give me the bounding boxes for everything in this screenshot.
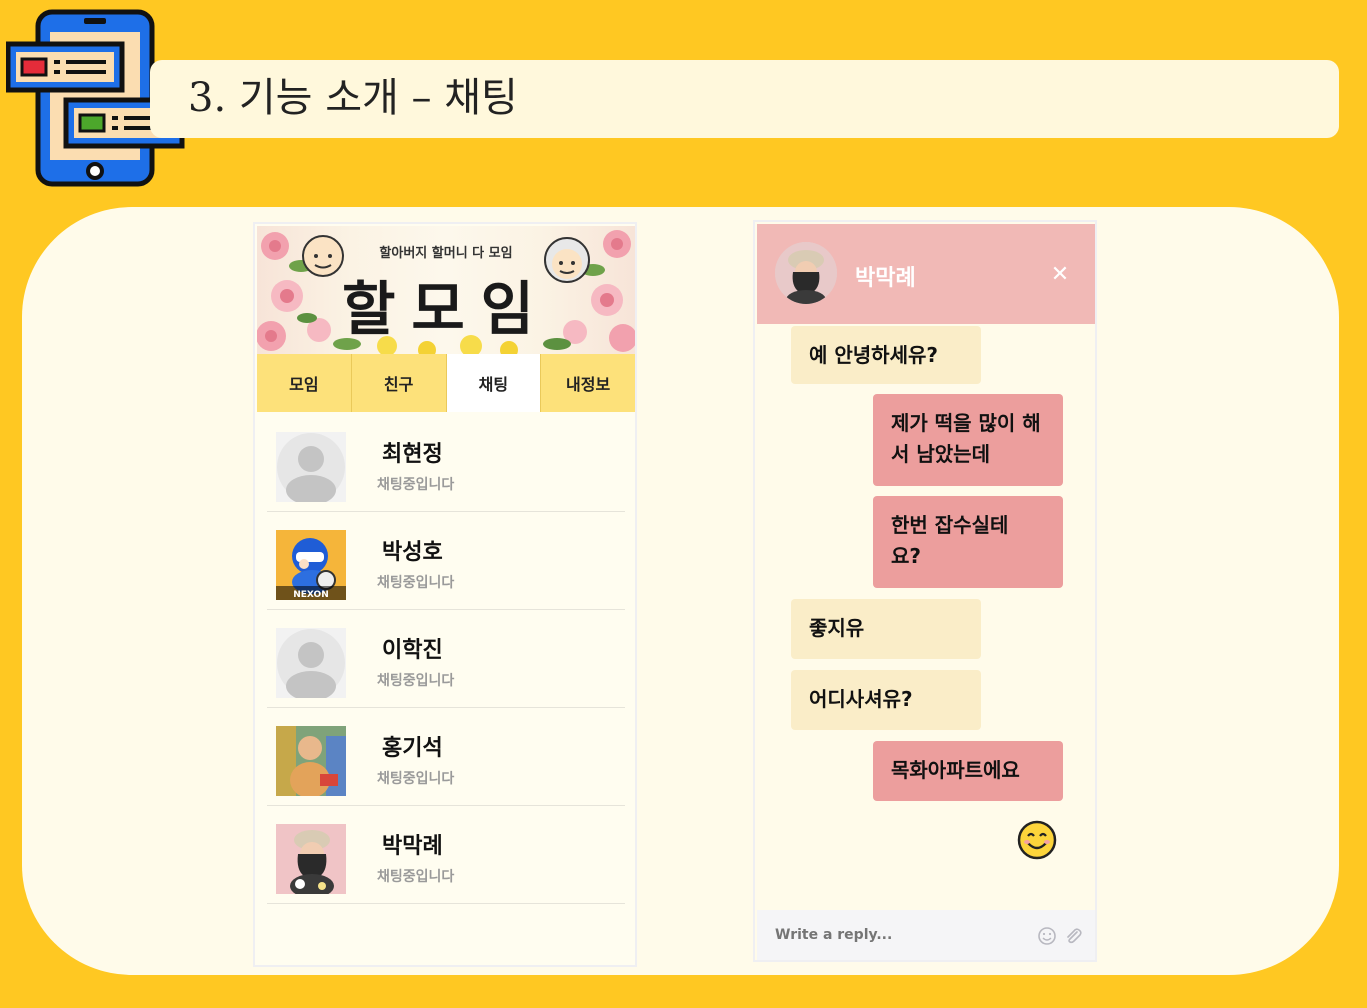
page-title: 3. 기능 소개 – 채팅	[188, 75, 518, 121]
reply-bar	[757, 910, 1095, 960]
attachment-icon[interactable]	[1063, 926, 1083, 946]
chat-status: 채팅중입니다	[377, 771, 455, 787]
emoji-icon[interactable]	[1037, 926, 1057, 946]
default-avatar-icon	[276, 432, 346, 502]
message-bubble-outgoing: 한번 잡수실테 요?	[873, 496, 1063, 588]
chat-status: 채팅중입니다	[377, 575, 455, 591]
photo-avatar-icon	[775, 242, 837, 304]
message-bubble-incoming: 예 안녕하세유?	[791, 326, 981, 384]
chat-name: 최현정	[382, 442, 443, 467]
chat-room-screen: 박막례 ✕ 예 안녕하세유? 제가 떡을 많이 해서 남았는데 한번 잡수실테 …	[753, 220, 1097, 962]
reply-input[interactable]	[773, 926, 1007, 944]
photo-avatar-icon	[276, 824, 346, 894]
chat-name: 이학진	[382, 638, 443, 663]
chat-status: 채팅중입니다	[377, 869, 455, 885]
chat-list-item[interactable]: 최현정 채팅중입니다	[267, 414, 625, 512]
avatar: NEXON	[276, 530, 346, 600]
chat-list-item[interactable]: 홍기석 채팅중입니다	[267, 708, 625, 806]
main-panel	[22, 207, 1339, 975]
avatar	[276, 824, 346, 894]
message-bubble-outgoing: 제가 떡을 많이 해서 남았는데	[873, 394, 1063, 486]
chat-name: 박막례	[382, 834, 443, 859]
tab-bar: 모임 친구 채팅 내정보	[257, 354, 635, 412]
chat-list-item[interactable]: NEXON 박성호 채팅중입니다	[267, 512, 625, 610]
tab-my-info[interactable]: 내정보	[541, 354, 635, 412]
contact-name: 박막례	[855, 266, 916, 291]
banner-subtitle: 할아버지 할머니 다 모임	[379, 246, 513, 261]
message-bubble-incoming: 좋지유	[791, 599, 981, 659]
chat-list: 최현정 채팅중입니다 NEXON 박성호 채팅중입니다 이학진 채팅중입니다 홍…	[267, 414, 625, 904]
app-banner: 할아버지 할머니 다 모임 할모임	[257, 226, 635, 354]
chat-name: 박성호	[382, 540, 443, 565]
avatar	[276, 432, 346, 502]
message-bubble-outgoing: 목화아파트에요	[873, 741, 1063, 801]
chat-status: 채팅중입니다	[377, 477, 455, 493]
banner-title: 할모임	[341, 275, 551, 343]
tab-chat[interactable]: 채팅	[446, 354, 542, 412]
photo-avatar-icon	[276, 726, 346, 796]
tab-friends[interactable]: 친구	[351, 354, 447, 412]
close-icon[interactable]: ✕	[1047, 262, 1073, 288]
chat-status: 채팅중입니다	[377, 673, 455, 689]
avatar	[775, 242, 837, 304]
chat-header: 박막례 ✕	[757, 224, 1095, 324]
chat-list-item[interactable]: 이학진 채팅중입니다	[267, 610, 625, 708]
chat-list-item[interactable]: 박막례 채팅중입니다	[267, 806, 625, 904]
avatar	[276, 726, 346, 796]
tab-meeting[interactable]: 모임	[257, 354, 352, 412]
avatar	[276, 628, 346, 698]
default-avatar-icon	[276, 628, 346, 698]
game-character-avatar-icon: NEXON	[276, 530, 346, 600]
chat-name: 홍기석	[382, 736, 443, 761]
smiling-face-icon	[1017, 820, 1057, 860]
chat-list-screen: 할아버지 할머니 다 모임 할모임 모임 친구 채팅 내정보 최현정 채팅중입니…	[253, 222, 637, 967]
svg-text:NEXON: NEXON	[293, 590, 328, 600]
message-bubble-incoming: 어디사셔유?	[791, 670, 981, 730]
